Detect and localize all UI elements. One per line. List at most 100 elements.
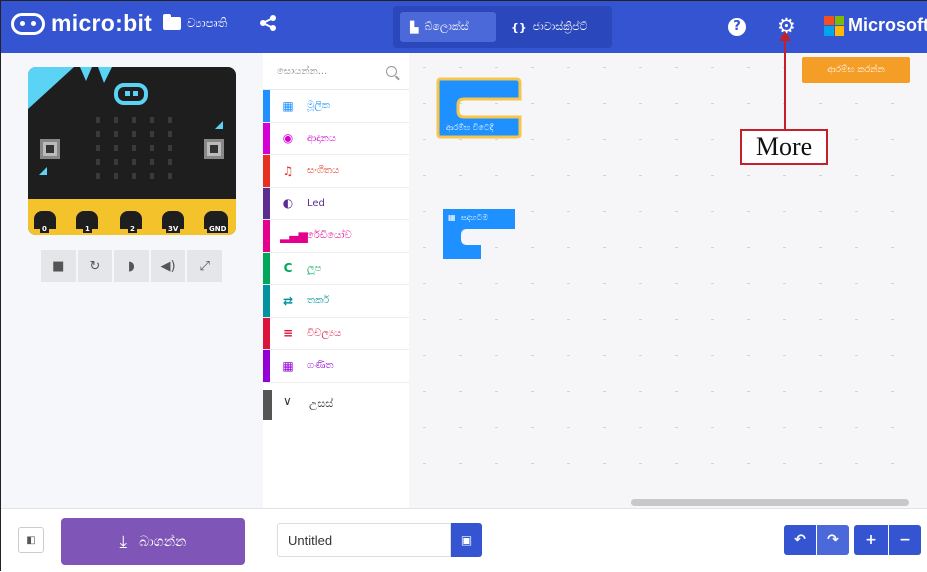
grid-dot [819,283,822,284]
slowmo-icon[interactable]: ◗ [114,250,149,282]
category-item[interactable]: ♫ සංගීතය [263,155,409,188]
category-item[interactable]: ≡ විචල්‍යය [263,317,409,350]
toolbox-search[interactable]: සොයන්න... [263,53,409,90]
grid-dot [747,391,750,392]
projects-button[interactable]: ව්‍යාපෘති [163,14,227,31]
start-button[interactable]: ආරම්භ කරන්න [802,57,910,83]
grid-dot [675,211,678,212]
microbit-board[interactable]: 0 1 2 3V GND [28,67,236,235]
grid-dot [603,67,606,68]
annotation-line [784,37,786,129]
grid-dot [855,391,858,392]
help-icon[interactable]: ? [728,18,746,36]
microsoft-logo[interactable]: Microsoft [824,15,927,36]
grid-dot [567,319,570,320]
grid-dot [603,211,606,212]
category-advanced[interactable]: ∨ උසස් [263,386,409,424]
button-a[interactable] [40,139,60,159]
grid-dot [675,247,678,248]
zoom-out-button[interactable]: − [889,525,921,555]
grid-dot [531,247,534,248]
category-item[interactable]: ◉ ආදානය [263,122,409,155]
edge-connector: 0 1 2 3V GND [28,199,236,235]
category-icon: ▦ [282,98,294,113]
grid-dot [459,67,462,68]
grid-dot [855,175,858,176]
grid-dot [711,67,714,68]
grid-dot [891,427,894,428]
grid-dot [603,247,606,248]
block-workspace[interactable]: ආරම්භ කරන්න ආරම්භ විටෙදී ▦ සදහටම [409,53,927,508]
save-button[interactable]: ▣ [451,523,482,557]
grid-dot [639,391,642,392]
download-button[interactable]: ⤓ බාගන්න [61,518,245,565]
grid-dot [531,391,534,392]
microbit-logo-icon [11,12,45,35]
grid-dot [423,139,426,140]
category-item[interactable]: ⇄ තර්ක [263,285,409,318]
restart-icon[interactable]: ↻ [77,250,113,282]
pin-label-3v: 3V [166,225,181,233]
tab-blocks[interactable]: ▙ බ්ලොක්ස් [400,12,496,42]
category-icon: ≡ [282,326,294,341]
fullscreen-icon[interactable]: ⤢ [187,250,222,282]
grid-dot [783,391,786,392]
forever-block[interactable]: ▦ සදහටම [441,209,515,265]
pin-label-1: 1 [83,225,92,233]
category-list: ▦ මූලික ◉ ආදානය ♫ සංගීතය ◐ Led ▂▄▆ රේඩියෝව C ලූප ⇄ තර… [263,90,409,383]
grid-dot [603,319,606,320]
grid-dot [639,103,642,104]
collapse-simulator-button[interactable]: ◧ [18,527,44,553]
led [150,131,154,137]
grid-dot [495,319,498,320]
undo-button[interactable]: ↶ [784,525,816,555]
grid-dot [639,211,642,212]
category-item[interactable]: ▂▄▆ රේඩියෝව [263,220,409,253]
led [168,117,172,123]
search-input[interactable]: සොයන්න... [277,66,327,77]
editor-mode-toggle: ▙ බ්ලොක්ස් {} ජාවාස්ක්‍රිප්ට් [393,6,612,48]
grid-dot [855,211,858,212]
grid-dot [891,139,894,140]
category-item[interactable]: ▦ මූලික [263,90,409,123]
led [150,159,154,165]
grid-dot [747,175,750,176]
grid-dot [639,355,642,356]
grid-dot [747,283,750,284]
category-label: රේඩියෝව [307,230,352,242]
on-start-block[interactable]: ආරම්භ විටෙදී [436,77,522,143]
category-item[interactable]: C ලූප [263,252,409,285]
search-icon [386,65,397,77]
horizontal-scrollbar[interactable] [631,499,909,506]
zoom-in-button[interactable]: + [854,525,888,555]
category-item[interactable]: ◐ Led [263,187,409,220]
button-b[interactable] [204,139,224,159]
mute-icon[interactable]: ◀) [150,250,186,282]
forever-label: සදහටම [461,213,489,222]
category-label: විචල්‍යය [307,327,342,339]
advanced-color-bar [263,390,272,420]
grid-dot [567,355,570,356]
app-header: micro:bit ව්‍යාපෘති ▙ බ්ලොක්ස් {} ජාවාස්… [1,1,927,53]
grid-dot [459,319,462,320]
grid-dot [567,67,570,68]
category-color-bar [263,155,270,187]
grid-dot [639,463,642,464]
category-item[interactable]: ▦ ගණිත [263,350,409,383]
redo-button[interactable]: ↷ [817,525,849,555]
category-label: ලූප [307,262,322,274]
project-name-input[interactable] [277,523,451,557]
share-button[interactable] [259,14,277,32]
tab-javascript[interactable]: {} ජාවාස්ක්‍රිප්ට් [501,12,607,42]
grid-dot [495,67,498,68]
microsoft-logo-icon [824,15,844,36]
stop-icon[interactable]: ■ [41,250,76,282]
led [114,159,118,165]
grid-dot [675,67,678,68]
brand[interactable]: micro:bit [11,10,152,37]
grid-dot [747,247,750,248]
grid-dot [603,463,606,464]
grid-dot [567,247,570,248]
grid-dot [675,319,678,320]
led [96,117,100,123]
